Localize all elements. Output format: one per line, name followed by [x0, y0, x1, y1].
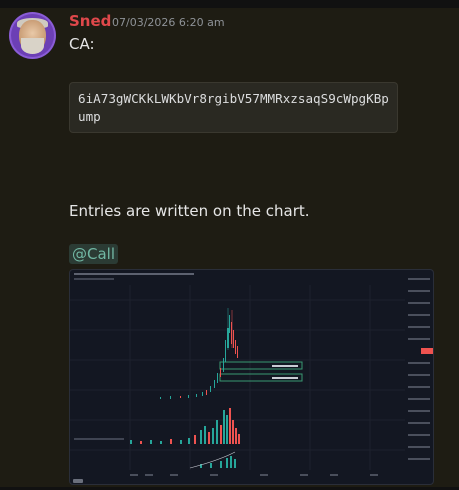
chart-header-text [74, 273, 194, 275]
chart-grid [70, 285, 405, 470]
time-axis [130, 474, 378, 476]
message-text-ca: CA: [69, 35, 95, 53]
entry-zone-1-label [272, 365, 298, 367]
user-avatar[interactable] [11, 14, 54, 57]
price-axis [408, 278, 430, 460]
chat-message: Sned 07/03/2026 6:20 am CA: 6iA73gWCKkLW… [0, 8, 459, 487]
trading-chart-svg [70, 273, 433, 483]
message-text-entries: Entries are written on the chart. [69, 202, 310, 220]
tradingview-logo-icon [73, 479, 83, 483]
role-mention[interactable]: @Call [69, 244, 119, 264]
message-timestamp: 07/03/2026 6:20 am [112, 16, 225, 29]
volume-indicator-label [74, 438, 124, 440]
price-candles [160, 308, 238, 399]
current-price-marker [421, 348, 433, 354]
entry-zone-2-label [272, 377, 298, 379]
chart-image-attachment[interactable] [69, 269, 434, 485]
username[interactable]: Sned [69, 12, 111, 30]
bottom-indicator [189, 451, 236, 469]
contract-address-text: 6iA73gWCKkLWKbVr8rgibV57MMRxzsaqS9cWpgKB… [78, 91, 389, 124]
volume-bars [130, 408, 240, 444]
top-divider [0, 0, 459, 8]
chart-header-subtext [74, 278, 114, 280]
avatar-beard [21, 38, 44, 54]
contract-address-codeblock[interactable]: 6iA73gWCKkLWKbVr8rgibV57MMRxzsaqS9cWpgKB… [69, 82, 398, 133]
